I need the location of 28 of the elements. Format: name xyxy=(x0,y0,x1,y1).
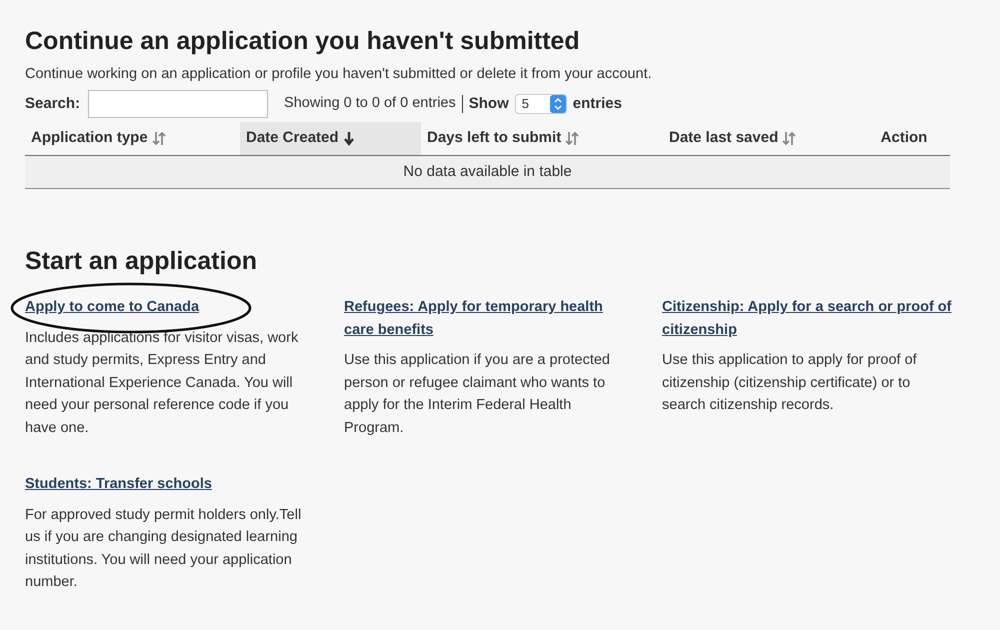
stepper-icon xyxy=(550,95,566,113)
arrow-down-icon xyxy=(342,131,355,146)
application-link[interactable]: Citizenship: Apply for a search or proof of citizenship xyxy=(662,296,952,341)
section-heading: Start an application xyxy=(25,246,258,276)
application-link[interactable]: Students: Transfer schools xyxy=(25,473,314,496)
entries-label: entries xyxy=(572,94,622,114)
application-link[interactable]: Refugees: Apply for temporary health care benefits xyxy=(344,296,632,341)
section-description: Continue working on an application or profile you haven't submitted or delete it from your account. xyxy=(25,65,653,84)
entries-info: Showing 0 to 0 of 0 entries xyxy=(284,94,456,114)
search-field[interactable] xyxy=(88,90,268,118)
application-description: Use this application to apply for proof of citizenship (citizenship certificate) or to search citizenship records. xyxy=(662,351,918,415)
empty-table-row: No data available in table xyxy=(25,156,950,189)
column-header[interactable]: Date Created xyxy=(240,122,421,155)
sort-icon xyxy=(782,131,796,146)
column-header: Action xyxy=(880,128,928,148)
sort-icon xyxy=(565,131,580,146)
application-description: Use this application if you are a protected person or refugee claimant who wants to apply for the Interim Federal Health Program. xyxy=(344,351,611,438)
column-header[interactable]: Application type xyxy=(25,122,240,155)
column-header[interactable]: Date last saved xyxy=(663,122,858,155)
show-label: Show xyxy=(468,94,509,114)
application-link[interactable]: Apply to come to Canada xyxy=(25,296,314,318)
application-description: Includes applications for visitor visas, work and study permits, Express Entry and International Experience Canada. You will need your personal reference code if you have one. xyxy=(25,328,300,438)
page-size-select[interactable]: 5 xyxy=(514,94,567,114)
section-heading: Continue an application you haven't submitted xyxy=(25,26,581,56)
application-description: For approved study permit holders only.Tell us if you are changing designated learning institutions. You will need your application number. xyxy=(25,506,302,592)
search-label: Search: xyxy=(25,94,80,114)
column-header[interactable]: Days left to submit xyxy=(421,122,663,155)
sort-icon xyxy=(152,131,166,146)
